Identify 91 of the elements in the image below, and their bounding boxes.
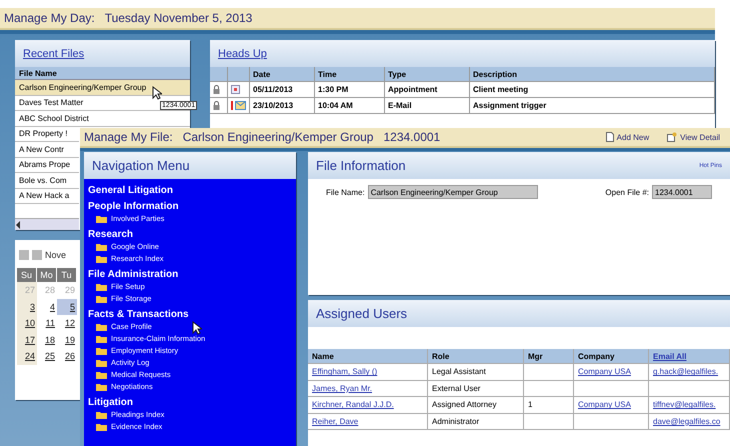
column-header: Date [250, 67, 315, 82]
folder-icon [96, 294, 107, 302]
column-header: Mgr [524, 349, 574, 364]
folder-icon [96, 422, 107, 430]
folder-icon [96, 322, 107, 330]
file-row[interactable]: Carlson Engineering/Kemper Group [15, 80, 190, 96]
user-name-link[interactable]: James, Ryan Mr. [312, 384, 372, 393]
calendar-day[interactable]: 17 [17, 332, 37, 348]
manager-count: 1 [528, 400, 532, 410]
email-link[interactable]: g.hack@legalfiles. [653, 367, 718, 376]
lock-icon [213, 85, 220, 94]
folder-icon [96, 410, 107, 418]
month-label: Nove [45, 250, 66, 260]
input-field[interactable]: Carlson Engineering/Kemper Group [368, 185, 538, 199]
field-label: File Name: [326, 188, 365, 196]
panel-title: Navigation Menu [92, 158, 190, 173]
company-link[interactable]: Company USA [578, 367, 631, 376]
email-link[interactable]: dave@legalfiles.co [653, 416, 720, 426]
column-header: Description [470, 67, 715, 82]
window-title: Manage My File: [84, 130, 173, 144]
menu-section[interactable]: Litigation [88, 397, 292, 408]
type-cell: Appointment [385, 82, 470, 98]
document-icon [667, 132, 678, 142]
date-cell: 05/11/2013 [250, 82, 315, 98]
cursor-icon [192, 321, 202, 335]
scrollbar[interactable] [15, 218, 79, 230]
recent-files-link[interactable]: Recent Files [23, 48, 84, 60]
role-cell: Legal Assistant [428, 364, 524, 380]
menu-section[interactable]: General Litigation [88, 185, 292, 196]
folder-icon [96, 282, 107, 290]
window-title: Manage My Day: [4, 11, 95, 25]
folder-icon [96, 346, 107, 354]
weekday-header: Tu [57, 268, 77, 282]
file-row[interactable]: A New Hack a [15, 188, 79, 204]
calendar-icon [231, 85, 240, 94]
panel-title: Assigned Users [316, 306, 408, 321]
folder-icon [96, 358, 107, 366]
user-name-link[interactable]: Effingham, Sally () [312, 367, 378, 376]
time-cell: 1:30 PM [315, 82, 385, 98]
document-icon [606, 132, 614, 142]
lock-icon [213, 101, 220, 110]
add-new-button[interactable]: Add New [606, 132, 650, 142]
column-header: Company [574, 349, 649, 364]
folder-icon [96, 382, 107, 390]
field-label: Open File #: [605, 188, 649, 196]
email-link[interactable]: tiffnev@legalfiles. [653, 400, 716, 410]
calendar-day[interactable]: 3 [17, 298, 37, 315]
menu-section[interactable]: File Administration [88, 269, 292, 280]
file-number-text: 1234.0001 [383, 130, 440, 144]
role-cell: Assigned Attorney [428, 397, 524, 414]
folder-icon [96, 254, 107, 262]
description-cell: Assignment trigger [470, 98, 715, 114]
email-all-link[interactable]: Email All [653, 352, 686, 360]
folder-icon [96, 334, 107, 342]
role-cell: Administrator [428, 414, 524, 430]
file-row[interactable]: DR Property ! [15, 126, 79, 142]
menu-section[interactable]: Facts & Transactions [88, 309, 292, 320]
folder-icon [96, 370, 107, 378]
menu-section[interactable]: Research [88, 229, 292, 240]
user-name-link[interactable]: Reiher, Dave [312, 416, 358, 426]
input-field[interactable]: 1234.0001 [652, 185, 712, 199]
date-text: Tuesday November 5, 2013 [104, 11, 252, 25]
view-detail-button[interactable]: View Detail [667, 132, 720, 142]
heads-up-link[interactable]: Heads Up [218, 48, 267, 60]
user-name-link[interactable]: Kirchner, Randal J.J.D. [312, 400, 394, 410]
file-name-text: Carlson Engineering/Kemper Group [182, 130, 374, 144]
cursor-icon [152, 86, 162, 100]
calendar-day[interactable]: 10 [17, 315, 37, 332]
panel-title: File Information [316, 158, 406, 173]
company-link[interactable]: Company USA [578, 400, 631, 410]
flag-marker [231, 101, 233, 110]
envelope-icon [235, 101, 246, 110]
calendar-day[interactable]: 24 [17, 348, 37, 364]
folder-icon [96, 242, 107, 250]
weekday-header: Mo [37, 268, 57, 282]
column-header: Name [308, 349, 428, 364]
date-cell: 23/10/2013 [250, 98, 315, 114]
calendar-day[interactable]: 5 [57, 298, 77, 315]
arrow-left-icon[interactable] [15, 220, 21, 228]
time-cell: 10:04 AM [315, 98, 385, 114]
column-header: Type [385, 67, 470, 82]
type-cell: E-Mail [385, 98, 470, 114]
column-header: File Name [15, 67, 190, 80]
file-row[interactable]: Abrams Prope [15, 158, 79, 173]
folder-icon [96, 214, 107, 222]
weekday-header: Su [17, 268, 37, 282]
role-cell: External User [428, 380, 524, 397]
column-header: Role [428, 349, 524, 364]
column-header: Time [315, 67, 385, 82]
menu-section[interactable]: People Information [88, 201, 292, 212]
description-cell: Client meeting [470, 82, 715, 98]
